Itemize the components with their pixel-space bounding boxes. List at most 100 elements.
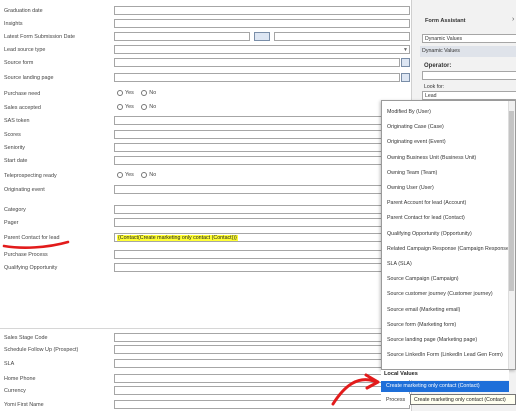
source-form-lookup[interactable] [114,58,400,67]
dropdown-item[interactable]: Modified By (User) [382,105,508,120]
dropdown-item[interactable]: Originating event (Event) [382,135,508,150]
purchase-process-field[interactable] [114,250,410,259]
chevron-down-icon: ▼ [403,47,408,53]
dropdown-item[interactable]: Parent Contact for lead (Contact) [382,211,508,226]
seniority-field[interactable] [114,143,410,152]
dropdown-item[interactable]: Owning Business Unit (Business Unit) [382,151,508,166]
field-label: Sales accepted [4,105,41,111]
radio-no[interactable] [141,172,148,178]
field-label: Scores [4,132,21,138]
dropdown-item[interactable]: Related Campaign Response (Campaign Resp… [382,242,511,257]
insights-field[interactable] [114,19,410,28]
sales-stage-code-field[interactable] [114,333,410,342]
dropdown-item[interactable]: Originating Case (Case) [382,120,508,135]
collapse-icon[interactable]: › [512,16,514,23]
field-label: Insights [4,21,23,27]
dropdown-item[interactable]: Qualifying Opportunity (Opportunity) [382,227,508,242]
form-row-source-landing-page: Source landing page [4,73,410,84]
latest-form-submission-time-field[interactable] [274,32,410,41]
field-label: SAS token [4,118,30,124]
sas-token-field[interactable] [114,116,410,125]
form-row-currency: Currency [4,386,410,397]
form-row-sales-accepted: Sales accepted Yes No [4,103,408,114]
radio-no[interactable] [141,104,148,110]
lead-source-type-select[interactable]: ▼ [114,45,410,54]
pager-field[interactable] [114,218,410,227]
form-row-insights: Insights [4,19,410,30]
form-row-purchase-need: Purchase need Yes No [4,89,408,100]
dropdown-item[interactable]: Parent Account for lead (Account) [382,196,508,211]
dropdown-item[interactable]: Source email (Marketing email) [382,303,508,318]
lookup-icon[interactable] [401,58,410,67]
form-row-lead-source-type: Lead source type ▼ [4,45,410,56]
lookup-icon[interactable] [401,73,410,82]
teleprospecting-ready-radios: Yes No [117,172,162,178]
form-row-start-date: Start date [4,156,410,167]
field-label: Home Phone [4,376,36,382]
dropdown-item[interactable]: Source Campaign (Campaign) [382,272,508,287]
radio-yes[interactable] [117,172,123,178]
selected-dropdown-item[interactable]: Create marketing only contact (Contact) [381,381,509,392]
look-for-value: Lead [425,93,437,99]
scores-field[interactable] [114,130,410,139]
latest-form-submission-date-field[interactable] [114,32,250,41]
sla-field[interactable] [114,359,410,368]
category-field[interactable] [114,205,410,214]
field-label: Currency [4,388,26,394]
dropdown-item[interactable]: Source LinkedIn Form (LinkedIn Lead Gen … [382,348,508,363]
radio-yes[interactable] [117,90,123,96]
field-label: Latest Form Submission Date [4,34,76,40]
form-row-teleprospecting-ready: Teleprospecting ready Yes No [4,171,408,182]
look-for-select[interactable]: Lead [422,91,516,100]
schedule-follow-up-field[interactable] [114,345,410,354]
form-row-schedule-follow-up: Schedule Follow Up (Prospect) [4,345,410,356]
field-label: Graduation date [4,8,43,14]
start-date-field[interactable] [114,156,410,165]
form-row-source-form: Source form [4,58,410,69]
form-row-qualifying-opportunity: Qualifying Opportunity [4,263,410,274]
originating-event-field[interactable] [114,185,410,194]
assistant-mode-select[interactable]: Dynamic Values [422,34,516,43]
graduation-date-field[interactable] [114,6,410,15]
dynamic-value-token: {Contact(Create marketing only contact (… [117,235,238,241]
operator-select[interactable] [422,71,516,80]
radio-no-label: No [149,90,157,96]
calendar-icon[interactable] [254,32,270,41]
currency-field[interactable] [114,386,410,395]
dropdown-item[interactable]: Source landing page (Marketing page) [382,333,508,348]
form-row-sas-token: SAS token [4,116,410,127]
radio-yes[interactable] [117,104,123,110]
qualifying-opportunity-field[interactable] [114,263,410,272]
parent-contact-field[interactable]: {Contact(Create marketing only contact (… [114,233,410,242]
radio-no[interactable] [141,90,148,96]
process-item[interactable]: Process [381,394,410,405]
field-label: Source landing page [4,75,54,81]
field-label: Category [4,207,26,213]
local-values-row: Local Values [381,370,509,380]
look-for-label: Look for: [424,84,445,90]
yomi-first-name-field[interactable] [114,400,410,409]
dropdown-item[interactable]: SLA (SLA) [382,257,508,272]
form-row-yomi-first-name: Yomi First Name [4,400,410,411]
radio-no-label: No [149,104,157,110]
form-row-latest-form-submission: Latest Form Submission Date [4,32,410,43]
scrollbar-thumb[interactable] [509,111,514,291]
home-phone-field[interactable] [114,374,410,383]
dropdown-item[interactable]: Owning User (User) [382,181,508,196]
form-row-scores: Scores [4,130,410,141]
radio-yes-label: Yes [125,172,134,178]
purchase-need-radios: Yes No [117,90,162,96]
source-landing-page-lookup[interactable] [114,73,400,82]
dropdown-item[interactable]: Owning Team (Team) [382,166,508,181]
field-label: Pager [4,220,19,226]
dropdown-scrollbar[interactable] [508,101,515,369]
form-row-pager: Pager [4,218,410,229]
form-row-originating-event: Originating event [4,185,410,196]
operator-label: Operator: [424,63,452,69]
form-row-home-phone: Home Phone [4,374,410,385]
field-label: Lead source type [4,47,46,53]
dropdown-item[interactable]: Source customer journey (Customer journe… [382,287,508,302]
field-label: Sales Stage Code [4,335,48,341]
field-label: Schedule Follow Up (Prospect) [4,347,79,353]
dropdown-item[interactable]: Source form (Marketing form) [382,318,508,333]
